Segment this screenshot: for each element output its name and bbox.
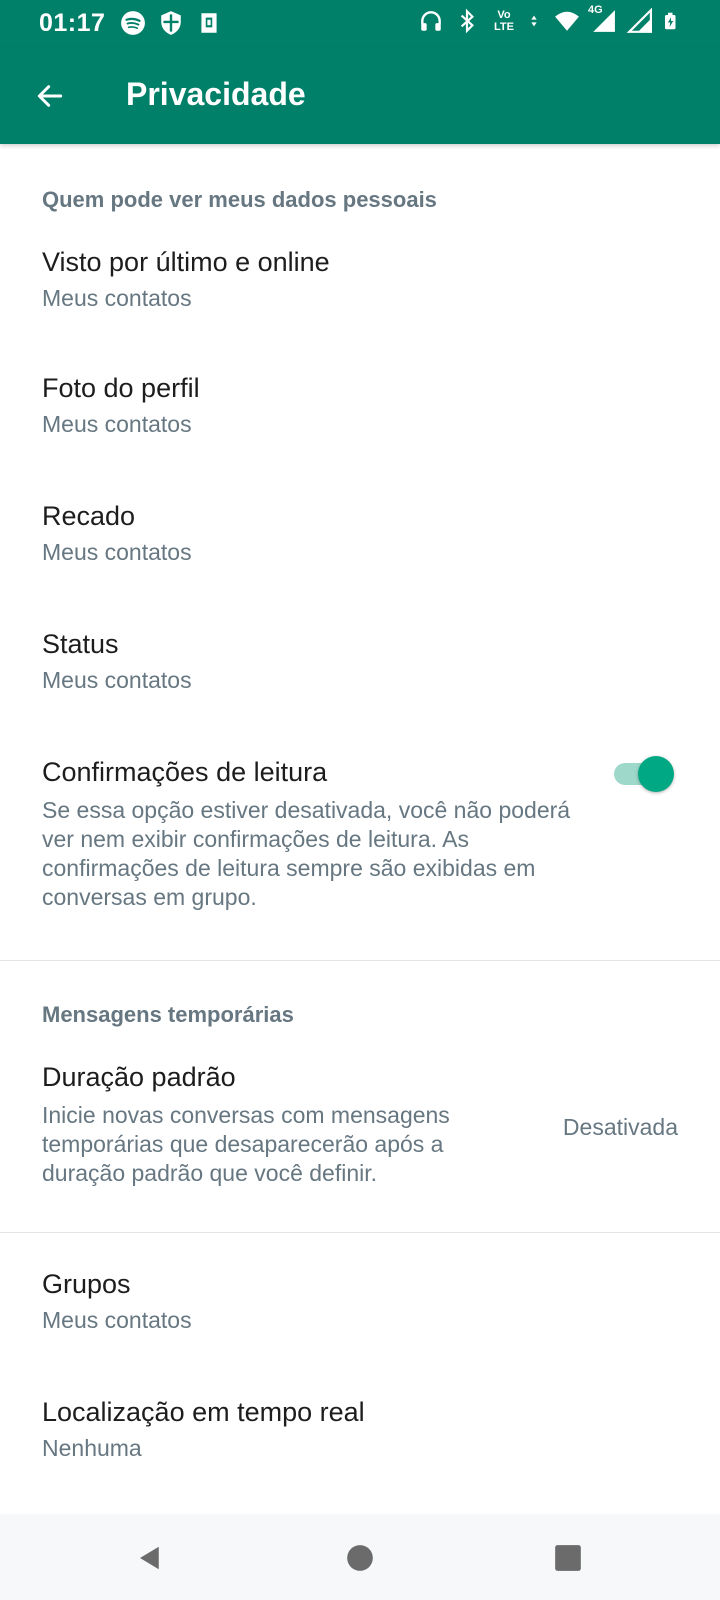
battery-icon bbox=[665, 12, 676, 30]
setting-live-location[interactable]: Localização em tempo real Nenhuma bbox=[0, 1382, 720, 1498]
setting-title: Confirmações de leitura bbox=[42, 757, 328, 787]
back-triangle-icon bbox=[140, 1546, 159, 1570]
status-time: 01:17 bbox=[39, 9, 106, 37]
status-right-icons: Vo LTE 4G bbox=[418, 4, 680, 34]
setting-description: Inicie novas conversas com mensagens tem… bbox=[42, 1102, 450, 1186]
setting-read-receipts[interactable]: Confirmações de leitura Se essa opção es… bbox=[0, 742, 720, 952]
setting-subtitle: Meus contatos bbox=[42, 285, 192, 311]
setting-title: Status bbox=[42, 629, 119, 659]
shield-icon bbox=[161, 11, 181, 35]
setting-groups[interactable]: Grupos Meus contatos bbox=[0, 1254, 720, 1370]
recents-square-icon bbox=[555, 1545, 581, 1571]
signal-4g-icon: 4G bbox=[588, 4, 616, 34]
setting-description: Se essa opção estiver desativada, você n… bbox=[42, 797, 571, 910]
read-receipts-toggle[interactable] bbox=[612, 754, 674, 794]
setting-value: Desativada bbox=[562, 1114, 678, 1140]
setting-title: Grupos bbox=[42, 1269, 131, 1299]
app-bar: Privacidade bbox=[0, 48, 720, 144]
setting-subtitle: Meus contatos bbox=[42, 539, 192, 565]
spotify-icon bbox=[121, 11, 145, 35]
headphones-icon bbox=[421, 11, 441, 31]
page-title: Privacidade bbox=[126, 76, 306, 112]
volte-line1: Vo bbox=[497, 9, 511, 21]
setting-title: Visto por último e online bbox=[42, 247, 330, 277]
nav-back-button[interactable] bbox=[128, 1536, 172, 1580]
nav-home-button[interactable] bbox=[338, 1536, 382, 1580]
setting-subtitle: Meus contatos bbox=[42, 667, 192, 693]
system-nav-bar bbox=[0, 1514, 720, 1600]
sim-icon bbox=[201, 13, 217, 33]
nav-recents-button[interactable] bbox=[546, 1536, 590, 1580]
setting-title: Recado bbox=[42, 501, 136, 531]
status-left-icons bbox=[120, 10, 222, 36]
setting-subtitle: Nenhuma bbox=[42, 1435, 142, 1461]
volte-line2: LTE bbox=[494, 21, 514, 33]
setting-last-seen[interactable]: Visto por último e online Meus contatos bbox=[0, 232, 720, 348]
setting-title: Duração padrão bbox=[42, 1062, 236, 1092]
setting-subtitle: Meus contatos bbox=[42, 411, 192, 437]
wifi-icon bbox=[555, 11, 579, 31]
section-divider bbox=[0, 960, 720, 961]
bluetooth-icon bbox=[460, 8, 474, 34]
data-arrows-icon bbox=[531, 15, 537, 27]
status-bar: 01:17 Vo LTE 4G bbox=[0, 0, 720, 48]
network-type: 4G bbox=[588, 4, 603, 16]
section-header-personal: Quem pode ver meus dados pessoais bbox=[42, 187, 437, 212]
setting-status[interactable]: Status Meus contatos bbox=[0, 614, 720, 730]
arrow-left-icon bbox=[37, 85, 63, 107]
setting-subtitle: Meus contatos bbox=[42, 1307, 192, 1333]
setting-title: Foto do perfil bbox=[42, 373, 200, 403]
section-header-temporary: Mensagens temporárias bbox=[42, 1002, 294, 1027]
section-divider bbox=[0, 1232, 720, 1233]
setting-default-duration[interactable]: Duração padrão Inicie novas conversas co… bbox=[0, 1048, 720, 1208]
setting-about[interactable]: Recado Meus contatos bbox=[0, 486, 720, 602]
setting-profile-photo[interactable]: Foto do perfil Meus contatos bbox=[0, 358, 720, 474]
volte-icon: Vo LTE bbox=[490, 9, 518, 33]
setting-title: Localização em tempo real bbox=[42, 1397, 365, 1427]
toggle-thumb bbox=[638, 756, 674, 792]
back-button[interactable] bbox=[24, 70, 76, 122]
signal-icon bbox=[626, 8, 652, 33]
home-circle-icon bbox=[347, 1545, 373, 1571]
